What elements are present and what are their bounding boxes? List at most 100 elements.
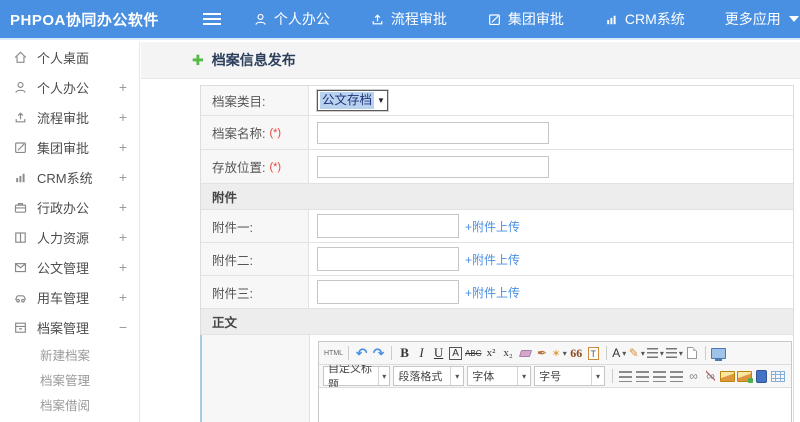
subscript-button[interactable]: x₂ (501, 344, 516, 363)
attachment-2-upload-link[interactable]: +附件上传 (465, 251, 520, 268)
align-center-button[interactable] (635, 367, 650, 386)
align-right-button[interactable] (652, 367, 667, 386)
add-icon: ✚ (192, 52, 204, 68)
bold-button[interactable]: B (397, 344, 412, 363)
collapse-minus-icon[interactable]: − (119, 319, 127, 335)
sidebar-item-archive-management[interactable]: 档案管理 − (0, 312, 139, 342)
page-title: 档案信息发布 (211, 52, 296, 68)
expand-plus-icon[interactable]: + (119, 139, 127, 155)
nav-workflow-approval[interactable]: 流程审批 (370, 9, 447, 29)
sidebar-item-label: 集团审批 (37, 140, 90, 156)
nav-group-approval[interactable]: 集团审批 (487, 9, 564, 29)
strikethrough-button[interactable]: ABC (465, 344, 481, 363)
upload-image-button[interactable] (736, 367, 753, 386)
redo-button[interactable]: ↷ (371, 344, 386, 363)
nav-more-apps[interactable]: 更多应用 (725, 9, 799, 29)
image-add-icon (736, 370, 753, 383)
app-logo[interactable]: PHPOA协同办公软件 (0, 9, 159, 30)
body-section-header: 正文 (201, 309, 793, 335)
top-nav: 个人办公 流程审批 集团审批 CRM系统 更多应用 (253, 9, 799, 29)
attachment-3-input[interactable] (317, 280, 459, 304)
font-color-button[interactable]: A ▾ (612, 344, 627, 363)
paragraph-format-select[interactable]: 段落格式 ▾ (393, 366, 465, 386)
edit-icon (487, 12, 502, 27)
sidebar-item-personal-office[interactable]: 个人办公 + (0, 72, 139, 102)
sidebar-subitem-archive-borrow[interactable]: 档案借阅 (0, 392, 139, 417)
toolbar-separator (704, 346, 706, 360)
expand-plus-icon[interactable]: + (119, 79, 127, 95)
bar-chart-icon (604, 12, 619, 27)
category-select[interactable]: 公文存档 ▼ (317, 90, 388, 111)
envelope-icon (13, 260, 28, 275)
sidebar-item-workflow-approval[interactable]: 流程审批 + (0, 102, 139, 132)
insert-link-button[interactable]: ∞ (686, 367, 701, 386)
highlight-button[interactable]: ✎ ▾ (629, 344, 645, 363)
align-left-button[interactable] (618, 367, 633, 386)
sidebar-item-personal-desktop[interactable]: 个人桌面 (0, 42, 139, 72)
editor-content-area[interactable] (319, 388, 791, 422)
remove-link-button[interactable]: ∞ (703, 367, 718, 386)
attachment-2-input[interactable] (317, 247, 459, 271)
fullscreen-button[interactable] (710, 344, 726, 363)
autoformat-button[interactable]: ✶ ▾ (552, 344, 567, 363)
ordered-list-button[interactable]: ▾ (646, 344, 664, 363)
required-mark: (*) (269, 126, 282, 139)
select-value: 段落格式 (398, 371, 443, 383)
nav-label: 集团审批 (507, 11, 564, 27)
nav-label: 个人办公 (273, 11, 330, 27)
attachment-3-upload-link[interactable]: +附件上传 (465, 284, 520, 301)
archive-name-input[interactable] (317, 121, 549, 144)
expand-plus-icon[interactable]: + (119, 169, 127, 185)
italic-button[interactable]: I (414, 344, 429, 363)
attachment-1-upload-link[interactable]: +附件上传 (465, 218, 520, 235)
insert-table-button[interactable] (771, 367, 786, 386)
expand-plus-icon[interactable]: + (119, 259, 127, 275)
underline-button[interactable]: U (431, 344, 446, 363)
table-icon (771, 370, 786, 382)
sidebar-subitem-archive-management[interactable]: 档案管理 (0, 367, 139, 392)
sidebar-item-vehicle-management[interactable]: 用车管理 + (0, 282, 139, 312)
attachments-section-header: 附件 (201, 184, 793, 210)
align-justify-button[interactable] (669, 367, 684, 386)
nav-label: 更多应用 (724, 11, 781, 27)
eraser-button[interactable] (518, 344, 533, 363)
blockquote-button[interactable]: 66 (569, 344, 584, 363)
sidebar-item-label: 用车管理 (37, 290, 90, 306)
sidebar-item-document-management[interactable]: 公文管理 + (0, 252, 139, 282)
html-source-button[interactable]: HTML (324, 344, 343, 363)
insert-image-button[interactable] (719, 367, 735, 386)
insert-media-button[interactable] (754, 367, 769, 386)
sidebar-item-label: 个人办公 (37, 80, 90, 96)
expand-plus-icon[interactable]: + (119, 109, 127, 125)
sidebar-subitem-new-archive[interactable]: 新建档案 (0, 342, 139, 367)
nav-crm-system[interactable]: CRM系统 (604, 9, 685, 29)
sidebar-item-human-resources[interactable]: 人力资源 + (0, 222, 139, 252)
storage-location-input[interactable] (317, 155, 549, 178)
toolbar-separator (611, 369, 613, 383)
custom-title-select[interactable]: 自定义标题 ▾ (323, 365, 391, 387)
paste-as-text-button[interactable]: T (587, 346, 599, 360)
expand-plus-icon[interactable]: + (119, 199, 127, 215)
expand-plus-icon[interactable]: + (119, 289, 127, 305)
sidebar-item-label: 人力资源 (37, 230, 90, 246)
expand-plus-icon[interactable]: + (119, 229, 127, 245)
font-family-select[interactable]: 字体 ▾ (467, 366, 532, 386)
sidebar-item-crm-system[interactable]: CRM系统 + (0, 162, 139, 192)
hamburger-menu-icon[interactable] (202, 13, 221, 25)
border-text-button[interactable]: A (449, 346, 462, 360)
caret-down-icon: ▾ (378, 367, 389, 385)
attachment-1-input[interactable] (317, 214, 459, 238)
new-document-button[interactable] (685, 344, 700, 363)
caret-down-icon: ▾ (562, 348, 567, 358)
sidebar-item-admin-office[interactable]: 行政办公 + (0, 192, 139, 222)
unordered-list-button[interactable]: ▾ (665, 344, 683, 363)
undo-button[interactable]: ↶ (354, 344, 369, 363)
briefcase-icon (13, 200, 28, 215)
superscript-button[interactable]: x² (484, 344, 499, 363)
sidebar-item-label: CRM系统 (37, 170, 93, 186)
sidebar-item-group-approval[interactable]: 集团审批 + (0, 132, 139, 162)
main-content: ✚ 档案信息发布 档案类目: 公文存档 ▼ 档案名称: (*) 存放位置: (*… (141, 42, 800, 422)
format-brush-button[interactable]: ✒ (535, 344, 550, 363)
nav-personal-office[interactable]: 个人办公 (253, 9, 330, 29)
font-size-select[interactable]: 字号 ▾ (534, 366, 605, 386)
